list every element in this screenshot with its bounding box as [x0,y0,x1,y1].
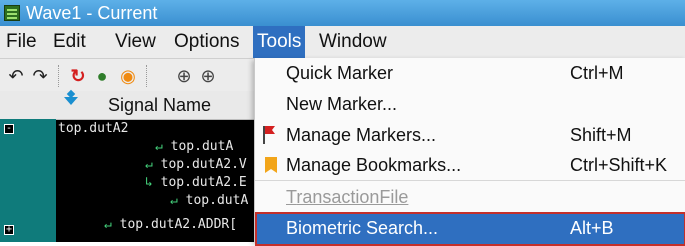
input-arrow-icon: ↳ [145,175,153,190]
menu-item-label-rest: ransactionFile [296,187,409,207]
signal-row[interactable]: ↵ top.dutA [155,138,233,156]
menu-bar: File Edit View Options Tools Window [0,26,685,59]
window-title: Wave1 - Current [26,3,158,23]
bookmark-icon [265,157,277,173]
signal-row[interactable]: top.dutA2 [58,120,255,138]
menu-item-manage-bookmarks[interactable]: Manage Bookmarks... Ctrl+Shift+K [255,150,685,181]
menu-view[interactable]: View [111,26,160,58]
menu-item-label: Manage Markers... [286,125,437,145]
signal-row[interactable]: ↵ top.dutA2.V [145,156,247,174]
menu-item-biometric-search[interactable]: Biometric Search... Alt+B [255,212,685,246]
expand-icon[interactable]: + [4,225,14,235]
menu-item-new-marker[interactable]: New Marker... [255,89,685,120]
output-arrow-icon: ↵ [155,139,163,154]
signal-label: top.dutA2 [58,121,129,136]
reload-icon[interactable]: ↻ [68,66,88,86]
menu-window[interactable]: Window [315,26,391,58]
flag-icon [263,126,277,144]
color-icon[interactable]: ● [92,66,112,86]
tools-menu: Quick Marker Ctrl+M New Marker... Manage… [254,58,685,246]
title-bar: Wave1 - Current [0,0,685,26]
output-arrow-icon: ↵ [170,193,178,208]
menu-item-shortcut: Ctrl+Shift+K [570,155,668,175]
signal-row[interactable]: ↵ top.dutA [170,192,248,210]
menu-options[interactable]: Options [170,26,243,58]
app-icon [4,5,20,21]
menu-item-quick-marker[interactable]: Quick Marker Ctrl+M [255,58,685,89]
menu-item-label: Quick Marker [286,63,394,83]
signal-label: top.dutA2.ADDR[ [119,217,238,232]
signal-icon [64,97,78,105]
menu-item-label: Manage Bookmarks... [286,155,462,175]
info-icon[interactable]: ◉ [118,66,138,86]
signal-header: Signal Name [0,91,260,120]
menu-item-shortcut: Ctrl+M [570,63,624,83]
menu-item-label: TransactionFile [286,182,408,213]
mnemonic-letter: T [286,187,297,207]
menu-item-transaction-file: TransactionFile [255,182,685,213]
menu-edit[interactable]: Edit [49,26,90,58]
zoom-in-icon[interactable]: ⊕ [198,66,218,86]
menu-item-shortcut: Alt+B [570,218,614,238]
menu-item-label: New Marker... [286,94,398,114]
menu-file[interactable]: File [2,26,41,58]
signal-row[interactable]: ↳ top.dutA2.E [145,174,247,192]
collapse-icon[interactable]: - [4,124,14,134]
signal-label: top.dutA [185,193,249,208]
menu-item-manage-markers[interactable]: Manage Markers... Shift+M [255,120,685,151]
signal-label: top.dutA [170,139,234,154]
output-arrow-icon: ↵ [104,217,112,232]
menu-divider [255,180,685,181]
menu-item-label: Biometric Search... [286,218,439,238]
menu-tools[interactable]: Tools [253,26,306,58]
signal-name-header: Signal Name [108,95,212,115]
zoom-in-icon[interactable]: ⊕ [174,66,194,86]
toolbar: ↶ ↷ ↻ ● ◉ ⊕ ⊕ [0,59,260,91]
toolbar-separator [146,65,149,87]
signal-label: top.dutA2.E [160,175,247,190]
menu-item-shortcut: Shift+M [570,125,632,145]
output-arrow-icon: ↵ [145,157,153,172]
signal-row[interactable]: ↵ top.dutA2.ADDR[ [104,216,237,234]
redo-icon[interactable]: ↷ [30,66,50,86]
signal-label: top.dutA2.V [160,157,247,172]
toolbar-separator [58,65,61,87]
undo-icon[interactable]: ↶ [6,66,26,86]
